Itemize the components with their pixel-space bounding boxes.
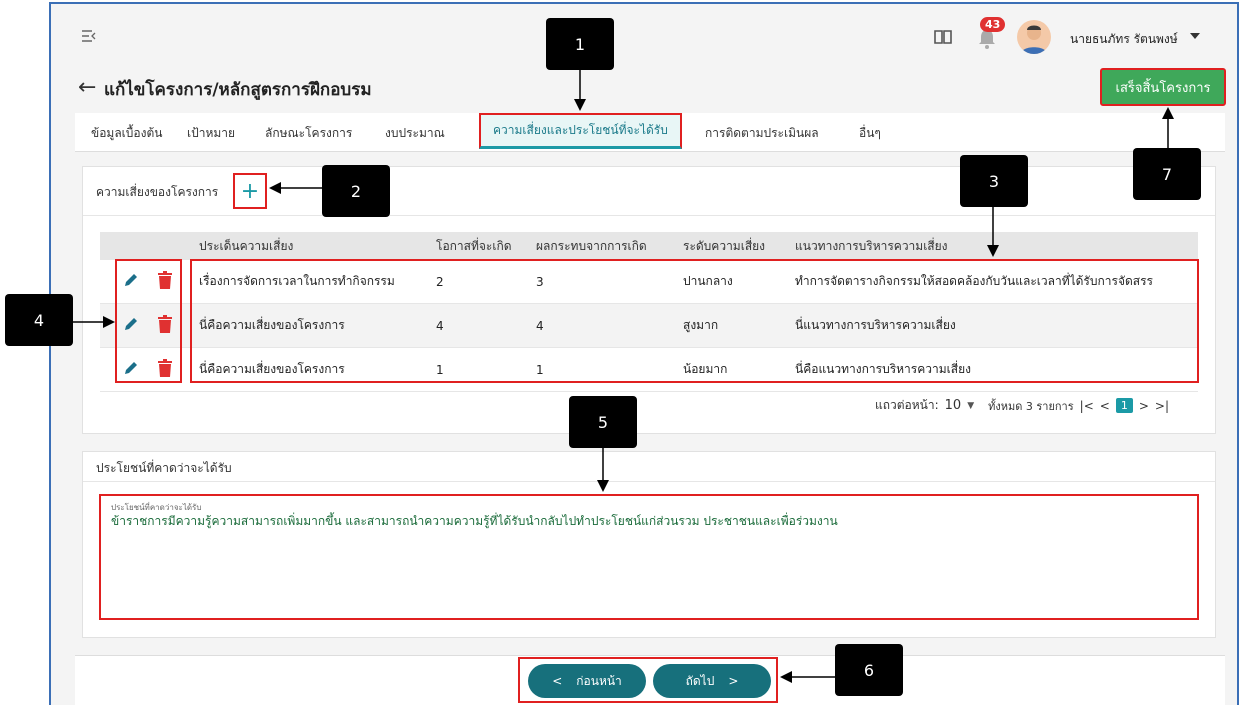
callout-3: 3 xyxy=(960,155,1028,207)
callout-5: 5 xyxy=(569,396,637,448)
callout-4: 4 xyxy=(5,294,73,346)
callout-1: 1 xyxy=(546,18,614,70)
callout-2: 2 xyxy=(322,165,390,217)
callout-7: 7 xyxy=(1133,148,1201,200)
callout-arrows xyxy=(73,70,1174,683)
callout-6: 6 xyxy=(835,644,903,696)
